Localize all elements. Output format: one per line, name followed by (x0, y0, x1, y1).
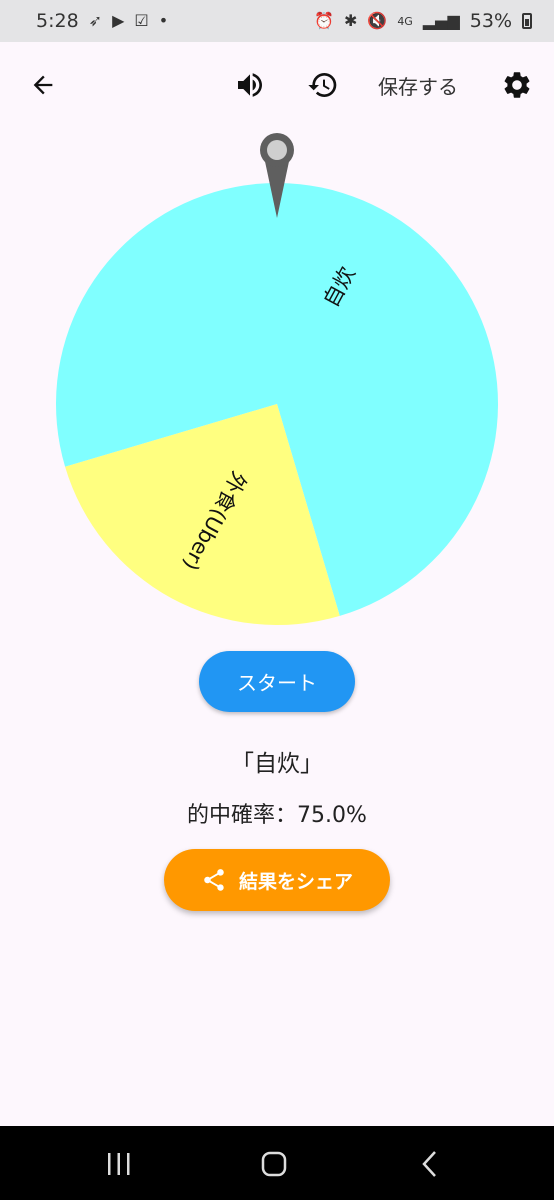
roulette-wheel[interactable]: 自炊外食(Uber) (0, 120, 554, 640)
share-button[interactable]: 結果をシェア (164, 849, 390, 911)
home-icon (261, 1151, 287, 1177)
history-icon (308, 73, 337, 98)
arrow-left-icon (33, 75, 53, 95)
bluetooth-icon: ✱ (343, 11, 358, 30)
roulette-wheel-area: 自炊 外食(Uber) (0, 120, 554, 640)
share-icon (204, 869, 224, 891)
share-label: 結果をシェア (238, 870, 353, 893)
recent-apps-button[interactable] (89, 1144, 149, 1184)
start-button[interactable]: スタート (199, 651, 355, 712)
checkbox-icon: ☑ (134, 11, 149, 30)
dot-icon: • (158, 11, 169, 30)
signal-icon: ▂▄▆ (422, 11, 460, 30)
save-button[interactable]: 保存する (368, 68, 468, 102)
mute-icon: 🔇 (367, 11, 388, 30)
sound-button[interactable] (229, 64, 271, 106)
alarm-icon: ⏰ (314, 11, 334, 30)
volume-icon (238, 73, 262, 97)
back-nav-button[interactable] (400, 1144, 460, 1184)
back-button[interactable] (22, 64, 64, 106)
status-bar: 5:28 ➶ ▶ ☑ • ⏰ ✱ 🔇 4G ▂▄▆ 53% (0, 0, 554, 42)
system-nav-bar (0, 1126, 554, 1200)
youtube-icon: ▶ (112, 11, 125, 30)
battery-icon (522, 13, 532, 29)
network-type: 4G (397, 14, 413, 28)
history-button[interactable] (302, 64, 344, 106)
chevron-left-icon (422, 1151, 436, 1177)
hit-rate-text: 的中確率：75.0% (187, 803, 367, 828)
rocket-icon: ➶ (88, 11, 103, 30)
home-button[interactable] (244, 1144, 304, 1184)
status-time: 5:28 (36, 10, 79, 32)
gear-icon (504, 72, 530, 98)
recent-apps-icon (108, 1153, 130, 1175)
settings-button[interactable] (496, 64, 538, 106)
result-text: 「自炊」 (231, 751, 323, 777)
app-bar: 保存する (0, 56, 554, 114)
battery-percent: 53% (469, 10, 512, 32)
